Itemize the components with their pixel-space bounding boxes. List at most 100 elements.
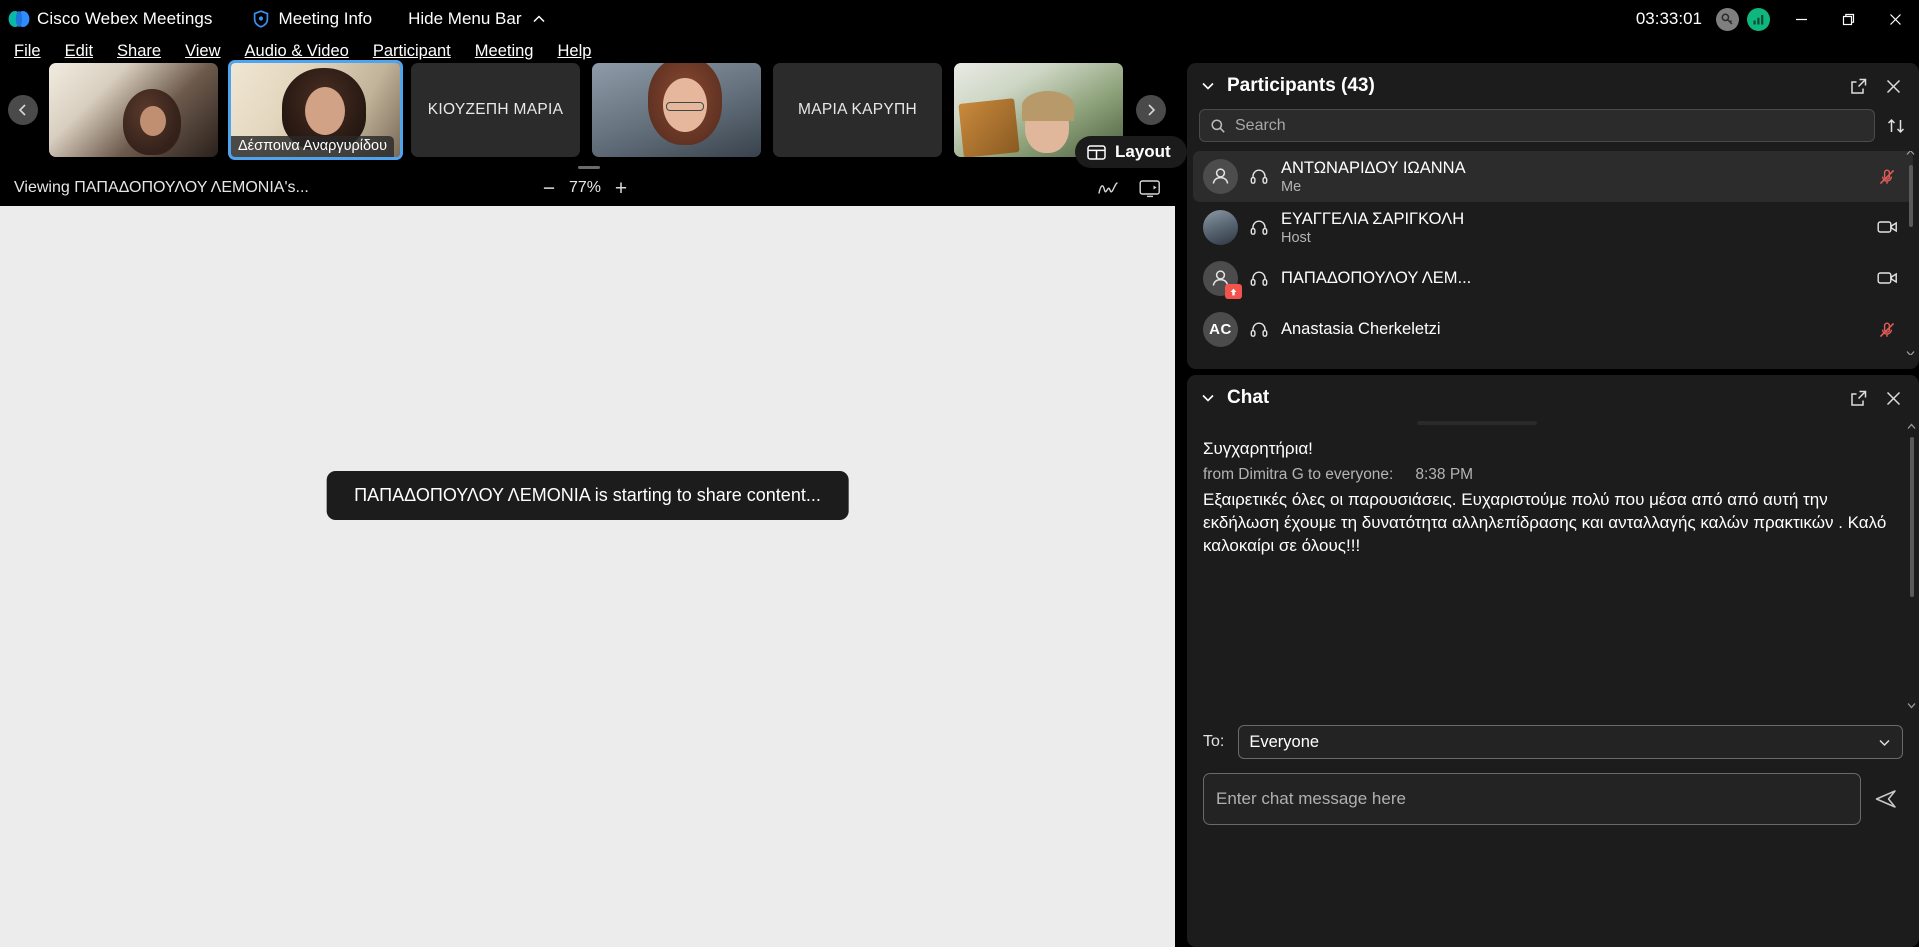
close-button[interactable]: [1872, 0, 1919, 38]
menu-share[interactable]: Share: [105, 42, 173, 61]
app-title: Cisco Webex Meetings: [37, 9, 213, 28]
strip-resize-handle[interactable]: [578, 166, 600, 169]
chat-compose-row: [1187, 773, 1919, 825]
chat-recipient-select[interactable]: Everyone: [1238, 725, 1903, 759]
chat-scrollbar[interactable]: [1907, 423, 1916, 709]
video-thumbnail-strip: Δέσποινα Αναργυρίδου ΚΙΟΥΖΕΠΗ ΜΑΡΙΑ ΜΑΡΙ…: [0, 60, 1187, 168]
viewing-bar-actions: [1097, 179, 1161, 198]
meeting-key-icon[interactable]: [1716, 7, 1739, 31]
viewing-label: Viewing ΠΑΠΑΔΟΠΟΥΛΟΥ ΛΕΜΟΝΙΑ's...: [14, 179, 309, 196]
title-bar: Cisco Webex Meetings Meeting Info Hide M…: [0, 0, 1919, 38]
participants-panel: Participants (43) Search ΑΝΤΩΝΑΡΙΔΟΥ ΙΩΑ…: [1187, 63, 1919, 369]
participant-name: ΑΝΤΩΝΑΡΙΔΟΥ ΙΩΑΝΝΑ: [1281, 158, 1466, 177]
thumbnail-name-label: ΜΑΡΙΑ ΚΑΡΥΠΗ: [797, 101, 918, 118]
avatar: [1203, 159, 1238, 194]
chat-recipient-row: To: Everyone: [1187, 725, 1919, 759]
headset-icon: [1249, 167, 1269, 187]
chat-message-sender: from Dimitra G to everyone:: [1203, 466, 1394, 484]
chevron-up-icon[interactable]: [1906, 151, 1915, 156]
menu-participant-label: Participant: [372, 41, 451, 60]
search-box[interactable]: [1199, 109, 1875, 142]
menu-edit[interactable]: Edit: [53, 42, 105, 61]
chevron-up-icon: [531, 11, 547, 27]
network-signal-icon[interactable]: [1747, 7, 1770, 31]
chevron-down-icon[interactable]: [1199, 77, 1217, 95]
sort-icon[interactable]: [1885, 115, 1907, 137]
chevron-down-icon[interactable]: [1906, 350, 1915, 355]
right-side-panels: Participants (43) Search ΑΝΤΩΝΑΡΙΔΟΥ ΙΩΑ…: [1175, 63, 1919, 947]
participant-row[interactable]: AC Anastasia Cherkeletzi: [1193, 304, 1913, 355]
chevron-down-icon[interactable]: [1199, 389, 1217, 407]
headset-icon: [1249, 269, 1269, 289]
chat-header: Chat: [1187, 375, 1919, 421]
menu-help[interactable]: Help: [545, 42, 603, 61]
chat-title: Chat: [1227, 387, 1270, 408]
participants-scrollbar[interactable]: [1906, 151, 1915, 355]
avatar: AC: [1203, 312, 1238, 347]
chevron-down-icon[interactable]: [1907, 702, 1916, 709]
share-screen-icon[interactable]: [1139, 179, 1161, 198]
chevron-up-icon[interactable]: [1907, 423, 1916, 430]
popout-icon[interactable]: [1849, 389, 1868, 408]
popout-icon[interactable]: [1849, 77, 1868, 96]
participants-list: ΑΝΤΩΝΑΡΙΔΟΥ ΙΩΑΝΝΑ Me ΕΥΑΓΓΕΛΙΑ ΣΑΡΙΓΚΟΛ…: [1187, 151, 1919, 355]
maximize-button[interactable]: [1825, 0, 1872, 38]
share-viewing-bar: Viewing ΠΑΠΑΔΟΠΟΥΛΟΥ ΛΕΜΟΝΙΑ's... − 77% …: [0, 170, 1175, 206]
menu-audio-video[interactable]: Audio & Video: [233, 42, 361, 61]
avatar: [1203, 210, 1238, 245]
video-thumbnail-active[interactable]: Δέσποινα Αναργυρίδου: [228, 60, 403, 160]
chat-input-box[interactable]: [1203, 773, 1861, 825]
participant-name: ΕΥΑΓΓΕΛΙΑ ΣΑΡΙΓΚΟΛΗ: [1281, 209, 1465, 228]
close-icon[interactable]: [1884, 389, 1903, 408]
close-icon[interactable]: [1884, 77, 1903, 96]
chat-recipient-value: Everyone: [1249, 732, 1320, 751]
participant-row[interactable]: ΠΑΠΑΔΟΠΟΥΛΟΥ ΛΕΜ...: [1193, 253, 1913, 304]
chevron-down-icon: [1877, 735, 1892, 750]
hide-menu-bar-label: Hide Menu Bar: [408, 9, 522, 28]
shield-icon: [251, 9, 271, 29]
chat-message-header: from Dimitra G to everyone: 8:38 PM: [1203, 466, 1903, 484]
zoom-level-value: 77%: [568, 179, 602, 196]
menu-file-label: File: [14, 41, 41, 60]
menu-edit-label: Edit: [64, 41, 94, 60]
minimize-button[interactable]: [1778, 0, 1825, 38]
camera-icon[interactable]: [1877, 218, 1897, 238]
share-content-stage: ΠΑΠΑΔΟΠΟΥΛΟΥ ΛΕΜΟΝΙΑ is starting to shar…: [0, 206, 1175, 947]
menu-view[interactable]: View: [173, 42, 232, 61]
video-thumbnail[interactable]: ΚΙΟΥΖΕΠΗ ΜΑΡΙΑ: [411, 63, 580, 157]
title-bar-right: 03:33:01: [1636, 0, 1919, 38]
zoom-in-button[interactable]: +: [608, 178, 634, 199]
mic-muted-icon[interactable]: [1877, 167, 1897, 187]
search-input[interactable]: [1235, 116, 1864, 135]
meeting-info-button[interactable]: Meeting Info: [251, 9, 373, 29]
menu-view-label: View: [185, 41, 221, 60]
layout-button[interactable]: Layout: [1075, 136, 1187, 168]
participants-search-row: [1187, 109, 1919, 142]
menu-audio-video-label: Audio & Video: [244, 41, 349, 60]
camera-icon[interactable]: [1877, 269, 1897, 289]
hide-menu-bar-button[interactable]: Hide Menu Bar: [408, 9, 546, 29]
menu-share-label: Share: [117, 41, 162, 60]
video-thumbnail[interactable]: [592, 63, 761, 157]
menu-file[interactable]: File: [2, 42, 53, 61]
thumbnail-name-label: Δέσποινα Αναργυρίδου: [231, 136, 395, 157]
menu-participant[interactable]: Participant: [361, 42, 463, 61]
strip-prev-button[interactable]: [8, 95, 38, 125]
menu-meeting[interactable]: Meeting: [463, 42, 546, 61]
sharing-badge-icon: [1225, 284, 1242, 299]
video-thumbnail[interactable]: [49, 63, 218, 157]
strip-next-button[interactable]: [1136, 95, 1166, 125]
webex-meeting-window: Cisco Webex Meetings Meeting Info Hide M…: [0, 0, 1919, 947]
participant-name: Anastasia Cherkeletzi: [1281, 320, 1441, 338]
zoom-out-button[interactable]: −: [536, 178, 562, 199]
participant-row[interactable]: ΕΥΑΓΓΕΛΙΑ ΣΑΡΙΓΚΟΛΗ Host: [1193, 202, 1913, 253]
menu-help-label: Help: [557, 41, 592, 60]
mic-muted-icon[interactable]: [1877, 320, 1897, 340]
annotate-pen-icon[interactable]: [1097, 179, 1119, 197]
send-icon[interactable]: [1869, 782, 1903, 816]
chat-message-input[interactable]: [1216, 789, 1848, 809]
participant-row[interactable]: ΑΝΤΩΝΑΡΙΔΟΥ ΙΩΑΝΝΑ Me: [1193, 151, 1913, 202]
video-thumbnail[interactable]: ΜΑΡΙΑ ΚΑΡΥΠΗ: [773, 63, 942, 157]
meeting-info-label: Meeting Info: [278, 9, 373, 28]
headset-icon: [1249, 218, 1269, 238]
